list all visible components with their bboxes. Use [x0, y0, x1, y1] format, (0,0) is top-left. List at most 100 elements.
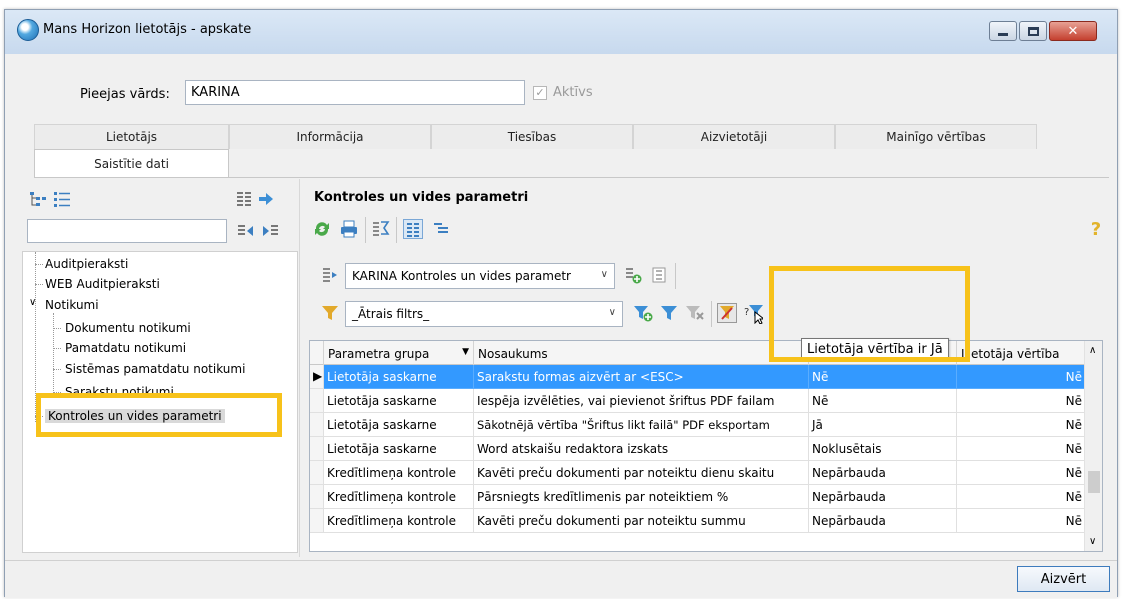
edit-filter-button[interactable]	[659, 303, 679, 323]
cell-name[interactable]: Sākotnējā vērtība "Šriftus likt failā" P…	[474, 413, 809, 437]
table-row[interactable]: Lietotāja saskarne Iespēja izvēlēties, v…	[310, 389, 1086, 413]
cell-value[interactable]: Nepārbauda	[809, 485, 957, 509]
cell-name[interactable]: Iespēja izvēlēties, vai pievienot šriftu…	[474, 389, 809, 413]
row-indicator	[310, 389, 324, 413]
column-header-nosaukums[interactable]: Nosaukums	[474, 341, 809, 365]
cell-name[interactable]: Pārsniegts kredītlimenis par noteiktiem …	[474, 485, 809, 509]
cell-value[interactable]: Jā	[809, 413, 957, 437]
columns-toggle-button[interactable]	[234, 189, 254, 209]
cell-user-value[interactable]: Nē	[957, 365, 1086, 389]
scrollbar-thumb[interactable]	[1088, 471, 1100, 493]
tree-item-dokumentu-notikumi[interactable]: Dokumentu notikumi	[65, 321, 191, 335]
active-checkbox[interactable]: ✓	[533, 85, 547, 100]
user-filter-button[interactable]	[717, 303, 737, 323]
close-button[interactable]: Aizvērt	[1017, 566, 1110, 592]
cell-group[interactable]: Lietotāja saskarne	[324, 389, 474, 413]
sort-desc-icon[interactable]: ▼	[462, 347, 469, 357]
column-header-lietotaja-vertiba[interactable]: Lietotāja vērtība	[957, 341, 1086, 365]
cell-value[interactable]: Noklusētais	[809, 437, 957, 461]
cell-value[interactable]: Nē	[809, 389, 957, 413]
row-indicator-header	[310, 341, 324, 365]
cell-user-value[interactable]: Nē	[957, 461, 1086, 485]
refresh-icon	[315, 222, 329, 236]
add-profile-icon	[626, 268, 642, 284]
tree-search-input[interactable]	[27, 219, 227, 243]
minimize-button[interactable]	[989, 21, 1017, 41]
add-filter-button[interactable]	[633, 303, 653, 323]
quick-filter-select[interactable]: _Ātrais filtrs_ ∨	[345, 301, 623, 327]
tab-tiesibas[interactable]: Tiesības	[431, 124, 633, 149]
tree-item-auditpieraksti[interactable]: Auditpieraksti	[45, 257, 128, 271]
column-header-parametra-grupa[interactable]: Parametra grupa ▼	[324, 341, 474, 365]
help-button[interactable]: ?	[1086, 219, 1106, 240]
tree-view-icon	[30, 192, 46, 206]
maximize-icon	[1027, 26, 1039, 36]
maximize-button[interactable]	[1019, 21, 1047, 41]
cell-value[interactable]: Nepārbauda	[809, 509, 957, 533]
filter-button[interactable]	[320, 303, 340, 323]
columns-button[interactable]	[403, 219, 423, 239]
tree-item-web-auditpieraksti[interactable]: WEB Auditpieraksti	[45, 277, 160, 291]
cell-user-value[interactable]: Nē	[957, 509, 1086, 533]
tab-label: Tiesības	[507, 130, 557, 144]
value-filter-button[interactable]: ?	[743, 303, 763, 324]
refresh-button[interactable]	[312, 219, 332, 239]
cell-name[interactable]: Kavēti preču dokumenti par noteiktu summ…	[474, 509, 809, 533]
navigate-button[interactable]	[256, 189, 276, 209]
tab-label: Mainīgo vērtības	[886, 130, 986, 144]
tab-informacija[interactable]: Informācija	[229, 124, 431, 149]
table-row[interactable]: Lietotāja saskarne Sākotnējā vērtība "Šr…	[310, 413, 1086, 437]
table-row[interactable]: Kredītlimeņa kontrole Pārsniegts kredītl…	[310, 485, 1086, 509]
cell-user-value[interactable]: Nē	[957, 389, 1086, 413]
scroll-down-icon[interactable]: ∨	[1089, 536, 1096, 547]
tree-item-sistemas-pamatdatu-notikumi[interactable]: Sistēmas pamatdatu notikumi	[65, 362, 245, 376]
table-row[interactable]: Kredītlimeņa kontrole Kavēti preču dokum…	[310, 461, 1086, 485]
cell-user-value[interactable]: Nē	[957, 437, 1086, 461]
collapse-all-button[interactable]	[236, 221, 256, 241]
cell-group[interactable]: Lietotāja saskarne	[324, 437, 474, 461]
tab-label: Saistītie dati	[94, 157, 169, 171]
tree-item-pamatdatu-notikumi[interactable]: Pamatdatu notikumi	[65, 341, 186, 355]
clear-filter-button[interactable]	[685, 303, 705, 323]
minimize-icon	[998, 32, 1008, 36]
tree-expand-button[interactable]	[28, 189, 48, 209]
cell-group[interactable]: Kredītlimeņa kontrole	[324, 461, 474, 485]
cell-group[interactable]: Lietotāja saskarne	[324, 413, 474, 437]
profile-button[interactable]	[320, 265, 340, 285]
tree-item-notikumi[interactable]: Notikumi	[45, 298, 99, 312]
tab-saistitie-dati[interactable]: Saistītie dati	[34, 149, 229, 178]
scroll-up-icon[interactable]: ∧	[1089, 345, 1096, 356]
print-button[interactable]	[339, 219, 359, 239]
cell-name[interactable]: Word atskaišu redaktora izskats	[474, 437, 809, 461]
login-input[interactable]: KARINA	[185, 80, 525, 105]
cell-name[interactable]: Kavēti preču dokumenti par noteiktu dien…	[474, 461, 809, 485]
grid-scrollbar[interactable]: ∧ ∨	[1084, 341, 1102, 551]
cell-user-value[interactable]: Nē	[957, 485, 1086, 509]
chevron-down-icon[interactable]: ∨	[29, 297, 36, 308]
close-window-button[interactable]: ✕	[1049, 21, 1097, 41]
edit-profile-button[interactable]	[649, 265, 669, 285]
tab-mainigo-vertibas[interactable]: Mainīgo vērtības	[835, 124, 1037, 149]
collapse-icon	[238, 225, 253, 236]
tab-aizvietotaji[interactable]: Aizvietotāji	[633, 124, 835, 149]
cell-name[interactable]: Sarakstu formas aizvērt ar <ESC>	[474, 365, 809, 389]
profile-select[interactable]: KARINA Kontroles un vides parametr ∨	[345, 263, 615, 289]
cell-group[interactable]: Kredītlimeņa kontrole	[324, 485, 474, 509]
cell-value[interactable]: Nepārbauda	[809, 461, 957, 485]
table-row[interactable]: Kredītlimeņa kontrole Kavēti preču dokum…	[310, 509, 1086, 533]
add-profile-button[interactable]	[623, 265, 643, 285]
tab-row-bottom: Saistītie dati	[34, 149, 229, 178]
filter-edit-icon	[661, 306, 677, 320]
cell-user-value[interactable]: Nē	[957, 413, 1086, 437]
tab-lietotajs[interactable]: Lietotājs	[34, 124, 229, 149]
tree-toggle-button[interactable]	[431, 219, 451, 239]
list-view-button[interactable]	[52, 189, 72, 209]
active-checkbox-group[interactable]: ✓ Aktīvs	[533, 85, 593, 100]
expand-all-button[interactable]	[260, 221, 280, 241]
table-row[interactable]: ▶ Lietotāja saskarne Sarakstu formas aiz…	[310, 365, 1086, 389]
cell-group[interactable]: Lietotāja saskarne	[324, 365, 474, 389]
table-row[interactable]: Lietotāja saskarne Word atskaišu redakto…	[310, 437, 1086, 461]
cell-group[interactable]: Kredītlimeņa kontrole	[324, 509, 474, 533]
sum-button[interactable]	[371, 219, 391, 239]
cell-value[interactable]: Nē	[809, 365, 957, 389]
